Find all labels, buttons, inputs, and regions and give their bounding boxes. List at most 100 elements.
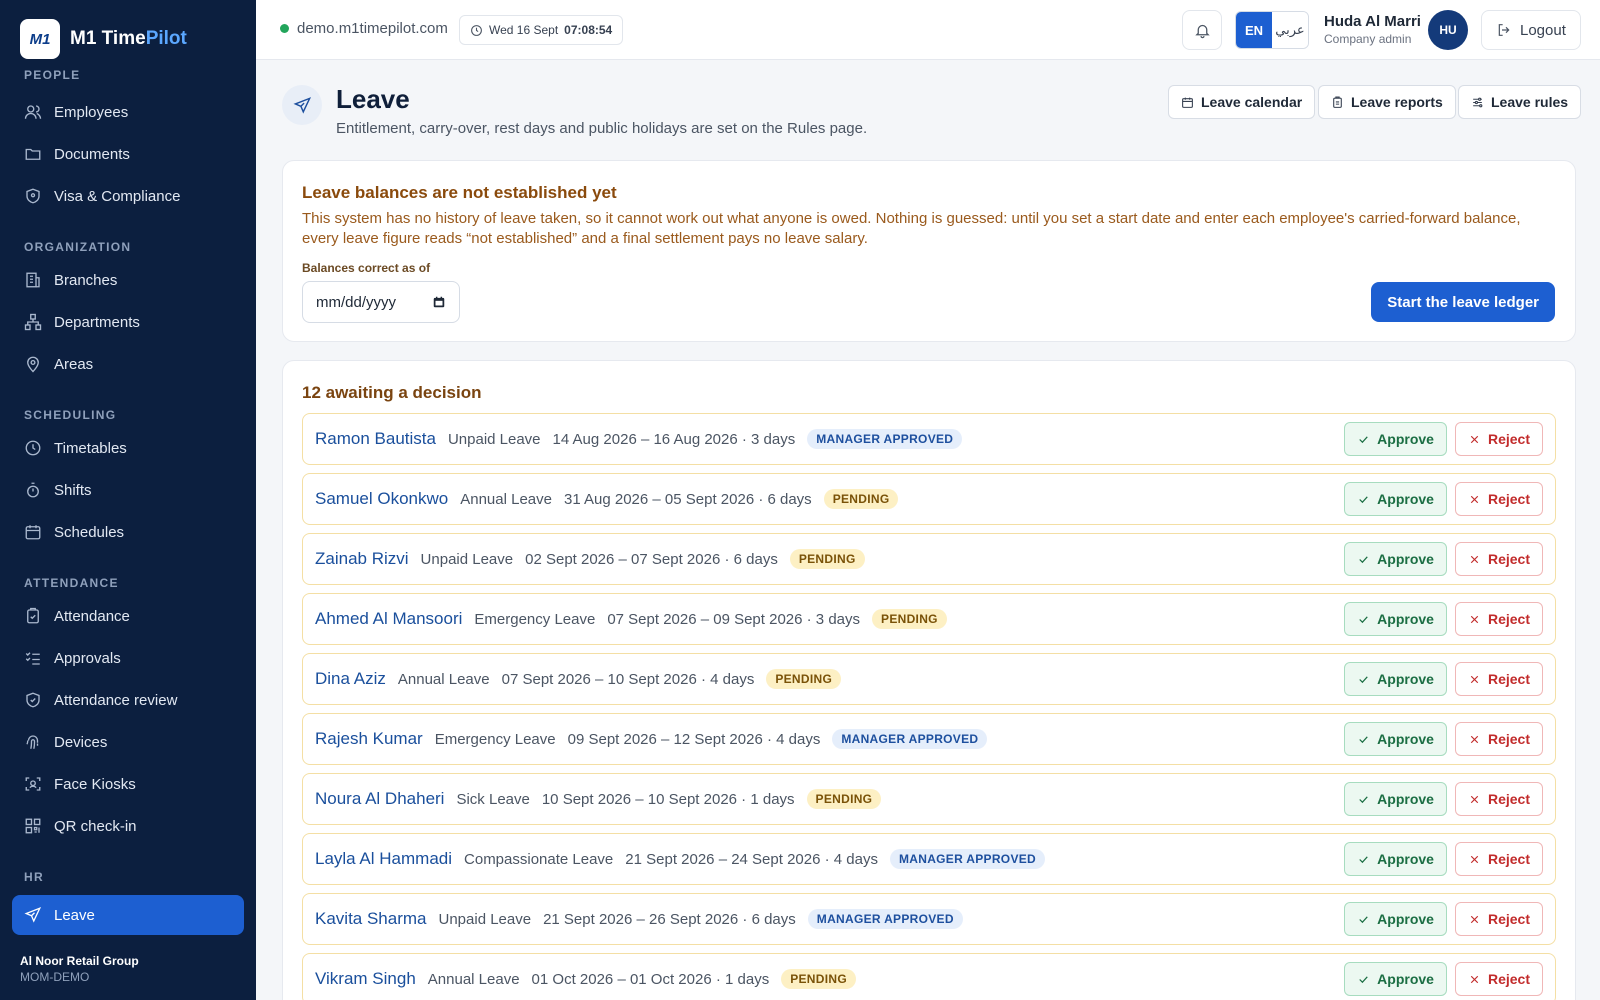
clipboard-check-icon bbox=[27, 607, 39, 624]
language-ar-button[interactable]: عربي bbox=[1272, 12, 1308, 48]
notifications-button[interactable] bbox=[1182, 10, 1222, 50]
close-icon bbox=[1470, 915, 1479, 923]
leave-calendar-button[interactable]: Leave calendar bbox=[1168, 85, 1316, 119]
logout-button[interactable]: Logout bbox=[1481, 10, 1581, 50]
building-icon bbox=[26, 272, 40, 288]
sidebar-item-timetables[interactable]: Timetables bbox=[12, 428, 244, 468]
sidebar-item-devices[interactable]: Devices bbox=[12, 722, 244, 762]
reject-button[interactable]: Reject bbox=[1454, 902, 1543, 936]
sidebar-item-shifts[interactable]: Shifts bbox=[12, 470, 244, 510]
sidebar-item-attendance[interactable]: Attendance bbox=[12, 596, 244, 636]
users-icon bbox=[24, 105, 42, 119]
leave-type: Unpaid Leave bbox=[438, 910, 532, 928]
row-actions: Approve Reject bbox=[1344, 902, 1543, 936]
sidebar-item-face-kiosks[interactable]: Face Kiosks bbox=[12, 764, 244, 804]
check-icon bbox=[1359, 975, 1368, 983]
sidebar-item-leave[interactable]: Leave bbox=[12, 895, 244, 935]
employee-name-link[interactable]: Kavita Sharma bbox=[315, 909, 427, 929]
check-icon bbox=[1359, 915, 1368, 923]
employee-name-link[interactable]: Samuel Okonkwo bbox=[315, 489, 448, 509]
approve-button[interactable]: Approve bbox=[1344, 902, 1447, 936]
reject-button[interactable]: Reject bbox=[1454, 602, 1543, 636]
approve-button[interactable]: Approve bbox=[1344, 962, 1447, 996]
reject-button[interactable]: Reject bbox=[1454, 842, 1543, 876]
folder-icon bbox=[25, 148, 41, 160]
checklist-icon bbox=[25, 652, 40, 665]
sidebar-item-departments[interactable]: Departments bbox=[12, 302, 244, 342]
sidebar-item-attendance-review[interactable]: Attendance review bbox=[12, 680, 244, 720]
clock-icon bbox=[25, 440, 41, 456]
user-info: Huda Al Marri Company admin bbox=[1324, 13, 1421, 46]
reject-button[interactable]: Reject bbox=[1454, 422, 1543, 456]
employee-name-link[interactable]: Ahmed Al Mansoori bbox=[315, 609, 462, 629]
approve-button[interactable]: Approve bbox=[1344, 422, 1447, 456]
language-en-button[interactable]: EN bbox=[1236, 12, 1272, 48]
approve-button[interactable]: Approve bbox=[1344, 602, 1447, 636]
nav-section-hr: HR bbox=[24, 870, 44, 884]
user-role: Company admin bbox=[1324, 32, 1412, 46]
leave-type: Annual Leave bbox=[427, 970, 520, 988]
employee-name-link[interactable]: Noura Al Dhaheri bbox=[315, 789, 444, 809]
approve-button[interactable]: Approve bbox=[1344, 482, 1447, 516]
employee-name-link[interactable]: Ramon Bautista bbox=[315, 429, 436, 449]
sidebar-item-qr-checkin[interactable]: QR check-in bbox=[12, 806, 244, 846]
reject-button[interactable]: Reject bbox=[1454, 662, 1543, 696]
close-icon bbox=[1470, 975, 1479, 983]
employee-name-link[interactable]: Vikram Singh bbox=[315, 969, 416, 989]
approve-button[interactable]: Approve bbox=[1344, 782, 1447, 816]
approve-button[interactable]: Approve bbox=[1344, 662, 1447, 696]
close-icon bbox=[1470, 855, 1479, 863]
sliders-icon bbox=[1473, 97, 1483, 107]
nav-section-people: PEOPLE bbox=[24, 70, 81, 82]
employee-name-link[interactable]: Zainab Rizvi bbox=[315, 549, 409, 569]
sidebar-item-branches[interactable]: Branches bbox=[12, 260, 244, 300]
avatar[interactable]: HU bbox=[1428, 10, 1468, 50]
reject-button[interactable]: Reject bbox=[1454, 962, 1543, 996]
row-actions: Approve Reject bbox=[1344, 662, 1543, 696]
reject-button[interactable]: Reject bbox=[1454, 722, 1543, 756]
sidebar-item-employees[interactable]: Employees bbox=[12, 92, 244, 132]
approve-button[interactable]: Approve bbox=[1344, 542, 1447, 576]
reject-button[interactable]: Reject bbox=[1454, 542, 1543, 576]
sidebar-item-areas[interactable]: Areas bbox=[12, 344, 244, 384]
sidebar-item-schedules[interactable]: Schedules bbox=[12, 512, 244, 552]
check-icon bbox=[1359, 795, 1368, 803]
leave-reports-button[interactable]: Leave reports bbox=[1318, 85, 1456, 119]
approve-button[interactable]: Approve bbox=[1344, 842, 1447, 876]
logout-icon bbox=[1498, 24, 1510, 36]
plane-icon bbox=[24, 907, 42, 923]
reject-button[interactable]: Reject bbox=[1454, 782, 1543, 816]
brand[interactable]: M1 M1 TimePilot bbox=[20, 19, 187, 59]
row-actions: Approve Reject bbox=[1344, 722, 1543, 756]
brand-name: M1 TimePilot bbox=[70, 28, 187, 49]
status-badge: PENDING bbox=[789, 549, 865, 569]
balances-date-input[interactable]: mm/dd/yyyy bbox=[302, 281, 460, 323]
sidebar-item-visa-compliance[interactable]: Visa & Compliance bbox=[12, 176, 244, 216]
start-leave-ledger-button[interactable]: Start the leave ledger bbox=[1371, 282, 1555, 322]
leave-dates: 21 Sept 2026 – 26 Sept 2026 · 6 days bbox=[543, 910, 796, 928]
leave-type: Emergency Leave bbox=[474, 610, 596, 628]
leave-dates: 10 Sept 2026 – 10 Sept 2026 · 1 days bbox=[541, 790, 795, 808]
close-icon bbox=[1470, 435, 1479, 443]
requests-title: 12 awaiting a decision bbox=[302, 383, 482, 402]
page-subtitle: Entitlement, carry-over, rest days and p… bbox=[336, 120, 868, 137]
leave-dates: 21 Sept 2026 – 24 Sept 2026 · 4 days bbox=[625, 850, 878, 868]
status-badge: MANAGER APPROVED bbox=[889, 849, 1046, 869]
leave-rules-button[interactable]: Leave rules bbox=[1458, 85, 1582, 119]
sidebar-item-approvals[interactable]: Approvals bbox=[12, 638, 244, 678]
page-title: Leave bbox=[336, 84, 410, 114]
employee-name-link[interactable]: Rajesh Kumar bbox=[315, 729, 423, 749]
leave-type: Annual Leave bbox=[460, 490, 552, 508]
approve-button[interactable]: Approve bbox=[1344, 722, 1447, 756]
close-icon bbox=[1470, 615, 1479, 623]
reject-button[interactable]: Reject bbox=[1454, 482, 1543, 516]
leave-dates: 09 Sept 2026 – 12 Sept 2026 · 4 days bbox=[567, 730, 821, 748]
notice-body: This system has no history of leave take… bbox=[302, 210, 1521, 247]
table-row: Noura Al Dhaheri Sick Leave 10 Sept 2026 –… bbox=[302, 773, 1556, 825]
balances-date-label: Balances correct as of bbox=[302, 261, 431, 275]
leave-dates: 14 Aug 2026 – 16 Aug 2026 · 3 days bbox=[552, 430, 796, 448]
employee-name-link[interactable]: Layla Al Hammadi bbox=[315, 849, 452, 869]
sidebar-item-documents[interactable]: Documents bbox=[12, 134, 244, 174]
leave-balance-notice: Leave balances are not established yet T… bbox=[282, 160, 1576, 342]
employee-name-link[interactable]: Dina Aziz bbox=[315, 669, 386, 689]
